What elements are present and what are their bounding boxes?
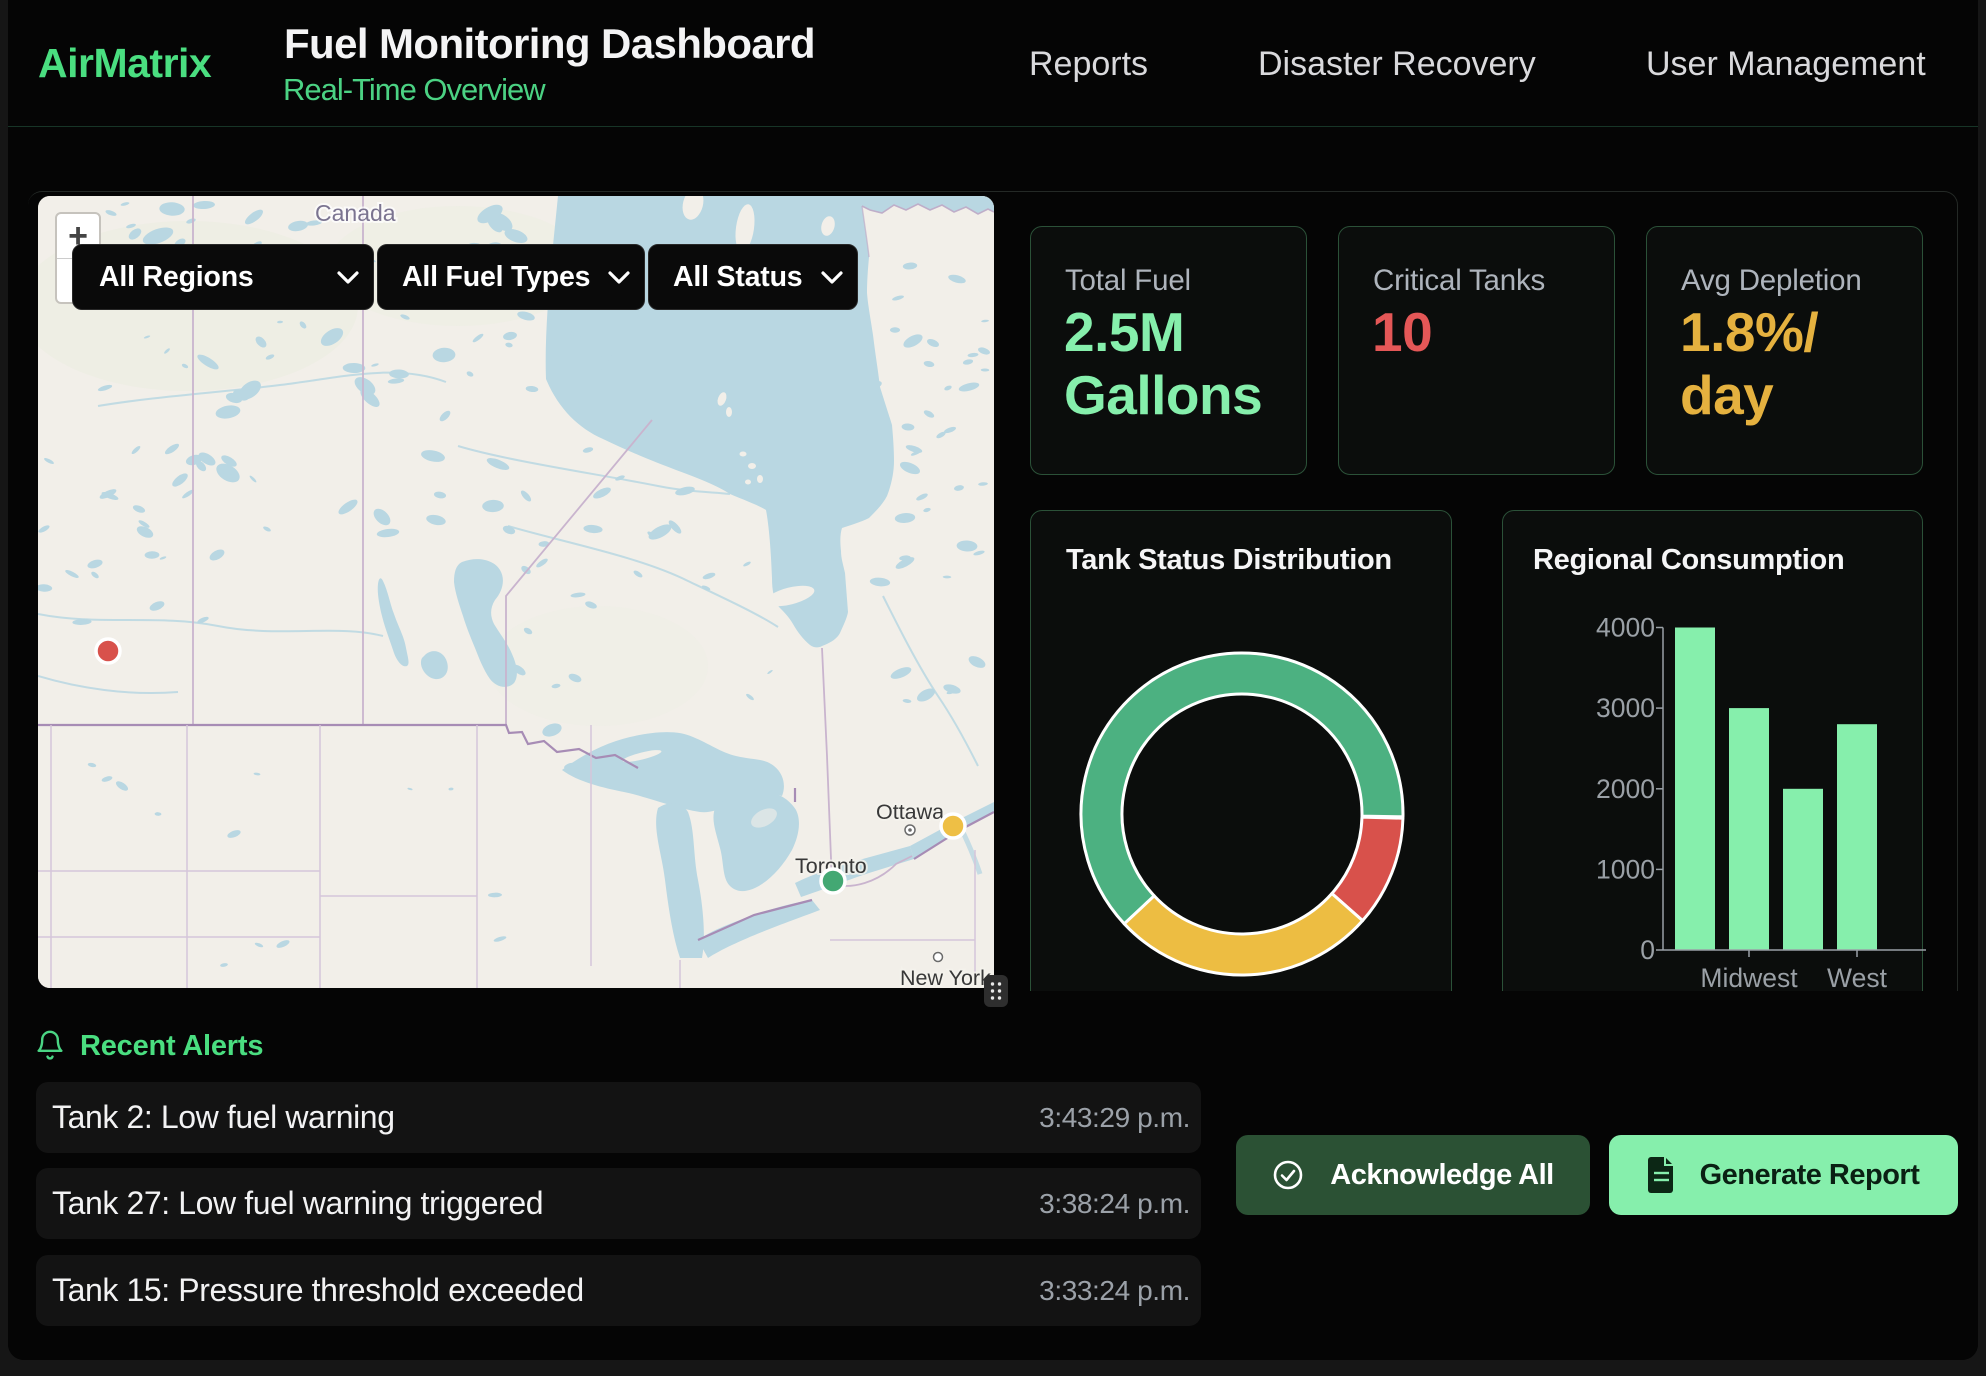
svg-text:Canada: Canada xyxy=(315,200,396,226)
svg-text:Ottawa: Ottawa xyxy=(876,800,944,824)
svg-text:2000: 2000 xyxy=(1596,774,1655,804)
svg-text:1000: 1000 xyxy=(1596,854,1655,884)
svg-text:West: West xyxy=(1827,963,1888,993)
svg-text:New York: New York xyxy=(900,966,991,988)
svg-text:Midwest: Midwest xyxy=(1700,963,1798,993)
svg-text:3000: 3000 xyxy=(1596,693,1655,723)
svg-text:4000: 4000 xyxy=(1596,613,1655,643)
svg-text:0: 0 xyxy=(1640,935,1655,965)
